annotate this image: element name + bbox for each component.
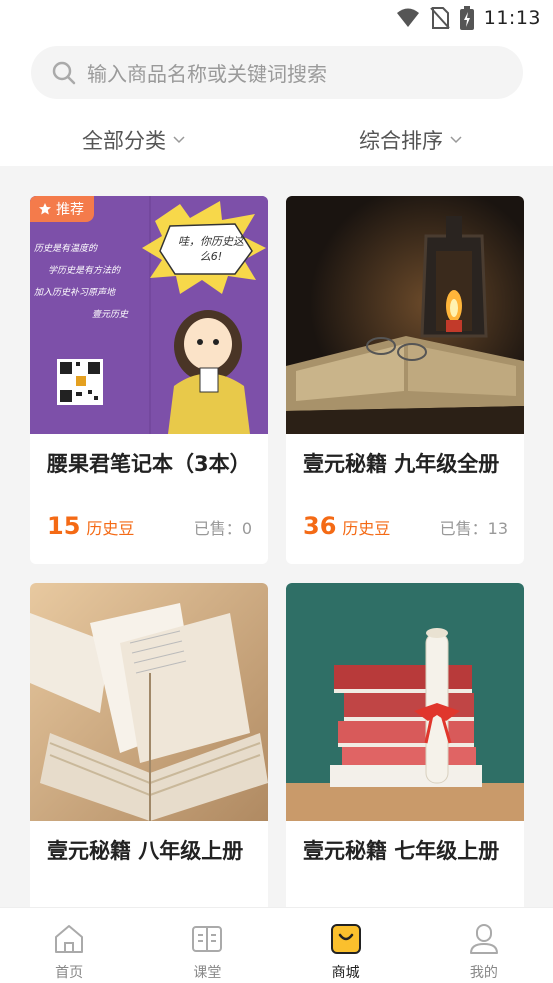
header: 输入商品名称或关键词搜索 全部分类 综合排序 [0, 38, 553, 166]
tab-profile[interactable]: 我的 [415, 908, 553, 983]
status-bar: 11:13 [0, 0, 553, 38]
search-placeholder: 输入商品名称或关键词搜索 [87, 62, 327, 86]
search-input[interactable]: 输入商品名称或关键词搜索 [31, 46, 523, 99]
sort-filter[interactable]: 综合排序 [359, 120, 462, 160]
tab-classroom[interactable]: 课堂 [138, 908, 276, 983]
tab-home-label: 首页 [55, 965, 84, 981]
wifi-icon [396, 8, 419, 27]
home-icon [55, 925, 84, 953]
filter-row: 全部分类 综合排序 [0, 120, 553, 160]
artwork-line: 历史是有温度的 [34, 244, 98, 254]
star-icon [39, 203, 51, 215]
book-icon [192, 926, 223, 952]
book-lamp-artwork [286, 196, 524, 434]
open-book-artwork [30, 583, 268, 821]
sold-count: 13 [487, 519, 508, 538]
artwork-bubble-text: 哇，你历史这么6! [178, 235, 244, 263]
tab-shop-label: 商城 [331, 965, 360, 981]
tab-shop[interactable]: 商城 [277, 908, 415, 983]
price-unit: 历史豆 [86, 519, 135, 538]
category-filter[interactable]: 全部分类 [82, 120, 185, 160]
product-card[interactable]: 历史是有温度的 学历史是有方法的 加入历史补习原声地 壹元历史 哇，你历史这么6… [30, 196, 268, 564]
product-title: 壹元秘籍 九年级全册 [303, 452, 500, 476]
tab-profile-label: 我的 [469, 965, 498, 981]
artwork-text: 历史是有温度的 学历史是有方法的 加入历史补习原声地 壹元历史 [34, 238, 154, 326]
artwork-line: 壹元历史 [92, 310, 129, 320]
product-price: 36 [303, 512, 337, 540]
tab-home[interactable]: 首页 [0, 908, 138, 983]
product-title: 壹元秘籍 八年级上册 [47, 839, 244, 863]
shop-icon [330, 924, 361, 954]
chevron-down-icon [450, 136, 462, 144]
tab-classroom-label: 课堂 [193, 965, 222, 981]
profile-icon [469, 924, 498, 954]
product-title: 壹元秘籍 七年级上册 [303, 839, 500, 863]
product-image-open-book [30, 583, 268, 821]
recommend-badge: 推荐 [30, 196, 94, 222]
category-filter-label: 全部分类 [82, 129, 166, 153]
status-time: 11:13 [483, 7, 541, 29]
product-card[interactable]: 壹元秘籍 八年级上册 [30, 583, 268, 923]
product-image-book-stack [286, 583, 524, 821]
sold-label: 已售： [193, 519, 242, 538]
bottom-tab-bar: 首页 课堂 商城 我的 [0, 907, 553, 983]
artwork-line: 学历史是有方法的 [48, 266, 121, 276]
badge-label: 推荐 [56, 202, 84, 218]
price-unit: 历史豆 [342, 519, 391, 538]
product-image-book-lamp [286, 196, 524, 434]
product-card[interactable]: 壹元秘籍 九年级全册 36 历史豆 已售：13 [286, 196, 524, 564]
battery-charging-icon [459, 6, 474, 30]
product-price: 15 [47, 512, 81, 540]
sort-filter-label: 综合排序 [359, 129, 443, 153]
sold-count: 0 [241, 519, 252, 538]
search-icon [52, 61, 76, 84]
sold-label: 已售： [439, 519, 488, 538]
product-image-notebook: 历史是有温度的 学历史是有方法的 加入历史补习原声地 壹元历史 哇，你历史这么6… [30, 196, 268, 434]
artwork-line: 加入历史补习原声地 [34, 288, 116, 298]
product-card[interactable]: 壹元秘籍 七年级上册 [286, 583, 524, 923]
chevron-down-icon [173, 136, 185, 144]
book-stack-artwork [286, 583, 524, 821]
product-title: 腰果君笔记本（3本） [47, 452, 251, 476]
no-sim-icon [429, 7, 450, 29]
